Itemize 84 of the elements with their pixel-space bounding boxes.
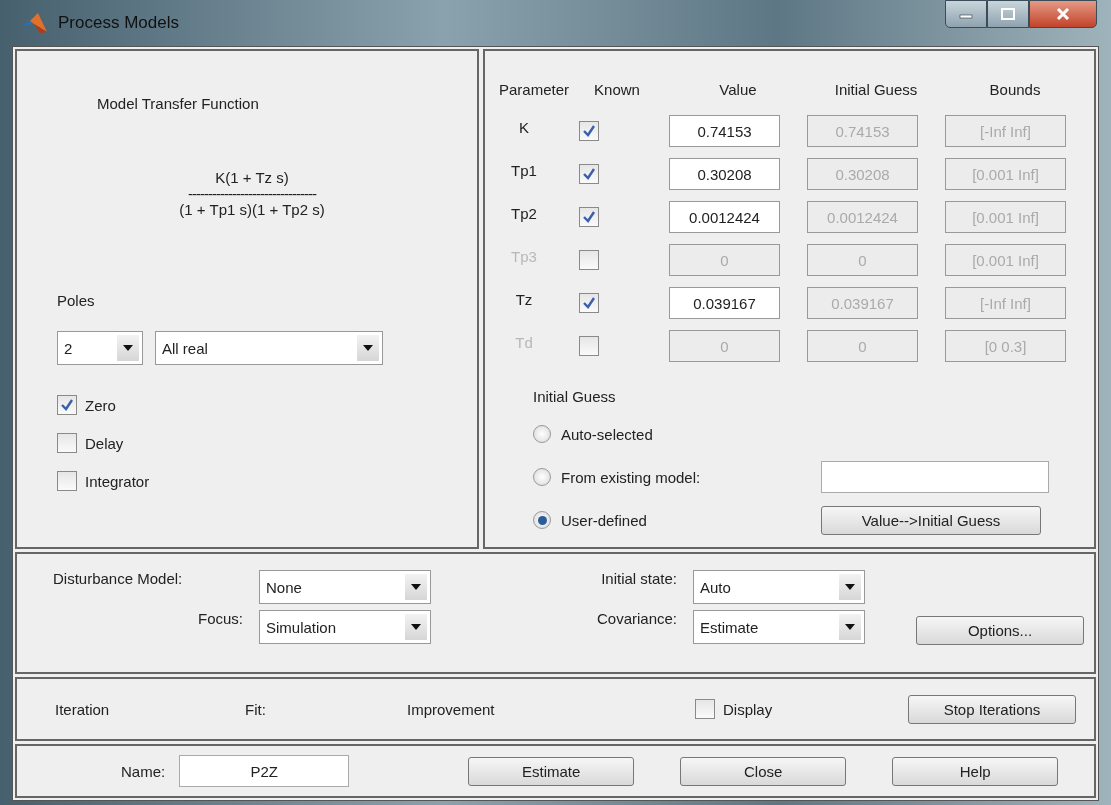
checkbox-label: Integrator <box>85 472 150 490</box>
model-name-field[interactable] <box>821 461 1049 493</box>
value-to-initial-guess-button[interactable]: Value-->Initial Guess <box>821 505 1041 535</box>
bounds-field: [0 0.3] <box>945 330 1066 362</box>
bounds-field: [0.001 Inf] <box>945 201 1066 233</box>
field-label: Covariance: <box>595 610 678 627</box>
radio-button[interactable] <box>533 468 551 486</box>
checkbox[interactable] <box>57 395 77 415</box>
caret-icon <box>123 345 133 351</box>
parameter-name: Tp2 <box>510 204 538 222</box>
name-field[interactable]: P2Z <box>179 755 350 787</box>
bounds-field: [-Inf Inf] <box>945 115 1066 147</box>
parameter-name: K <box>518 118 530 136</box>
bounds-field: [-Inf Inf] <box>945 287 1066 319</box>
checkbox[interactable] <box>579 293 599 313</box>
status-label: Iteration <box>55 700 111 718</box>
status-label: Fit: <box>245 700 267 718</box>
dialog-button[interactable]: Help <box>892 756 1059 786</box>
stop-iterations-button[interactable]: Stop Iterations <box>908 694 1076 724</box>
field-label: Focus: <box>197 610 244 627</box>
checkbox-label: Delay <box>85 434 124 452</box>
column-header: Bounds <box>988 81 1042 98</box>
close-icon <box>1056 8 1070 20</box>
minimize-button[interactable] <box>945 0 987 28</box>
maximize-icon <box>1001 8 1015 20</box>
status-label: Improvement <box>407 700 496 718</box>
checkbox[interactable] <box>579 250 599 270</box>
dropdown[interactable]: Estimate <box>693 610 865 644</box>
initial-guess-field: 0.039167 <box>807 287 918 319</box>
app-logo-icon <box>20 12 48 34</box>
value-field[interactable]: 0.039167 <box>669 287 780 319</box>
column-header: Initial Guess <box>833 81 919 98</box>
initial-guess-field: 0.30208 <box>807 158 918 190</box>
checkbox[interactable] <box>57 433 77 453</box>
field-label: Disturbance Model: <box>53 570 184 587</box>
dropdown[interactable]: None <box>259 570 431 604</box>
caret-icon <box>363 345 373 351</box>
initial-guess-field: 0.0012424 <box>807 201 918 233</box>
field-label: Name: <box>121 762 166 780</box>
initial-guess-field: 0 <box>807 244 918 276</box>
section-title: Initial Guess <box>533 388 617 405</box>
dropdown[interactable]: Simulation <box>259 610 431 644</box>
maximize-button[interactable] <box>987 0 1029 28</box>
options-button[interactable]: Options... <box>916 616 1084 645</box>
checkbox[interactable] <box>579 164 599 184</box>
checkbox[interactable] <box>579 336 599 356</box>
caret-icon <box>411 624 421 630</box>
checkbox[interactable] <box>695 699 715 719</box>
value-field[interactable]: 0.30208 <box>669 158 780 190</box>
dropdown[interactable]: 2 <box>57 331 143 365</box>
radio-label: User-defined <box>561 511 647 529</box>
radio-button[interactable] <box>533 511 551 529</box>
dropdown[interactable]: Auto <box>693 570 865 604</box>
section-title: Model Transfer Function <box>97 95 260 112</box>
caret-icon <box>845 584 855 590</box>
parameter-name: Tz <box>514 290 534 308</box>
dropdown[interactable]: All real <box>155 331 383 365</box>
window-title: Process Models <box>58 13 180 33</box>
parameter-name: Tp1 <box>510 161 538 179</box>
numerator-text: K(1 + Tz s) <box>215 168 289 188</box>
radio-label: From existing model: <box>561 468 701 486</box>
checkbox[interactable] <box>579 207 599 227</box>
dialog-button[interactable]: Estimate <box>468 756 635 786</box>
field-label: Initial state: <box>600 570 678 587</box>
value-field[interactable]: 0.74153 <box>669 115 780 147</box>
checkbox-label: Display <box>723 700 773 718</box>
field-label: Poles <box>57 292 96 309</box>
radio-button[interactable] <box>533 425 551 443</box>
bounds-field: [0.001 Inf] <box>945 158 1066 190</box>
caret-icon <box>845 624 855 630</box>
checkbox[interactable] <box>57 471 77 491</box>
checkbox-label: Zero <box>85 396 116 414</box>
checkbox[interactable] <box>579 121 599 141</box>
radio-label: Auto-selected <box>561 425 653 443</box>
fraction-line: -------------------------------- <box>188 188 316 200</box>
initial-guess-field: 0.74153 <box>807 115 918 147</box>
dialog-button[interactable]: Close <box>680 756 847 786</box>
value-field[interactable]: 0.0012424 <box>669 201 780 233</box>
bounds-field: [0.001 Inf] <box>945 244 1066 276</box>
close-button[interactable] <box>1029 0 1097 28</box>
initial-guess-field: 0 <box>807 330 918 362</box>
caret-icon <box>411 584 421 590</box>
column-header: Value <box>718 81 758 98</box>
denominator-text: (1 + Tp1 s)(1 + Tp2 s) <box>179 200 325 220</box>
